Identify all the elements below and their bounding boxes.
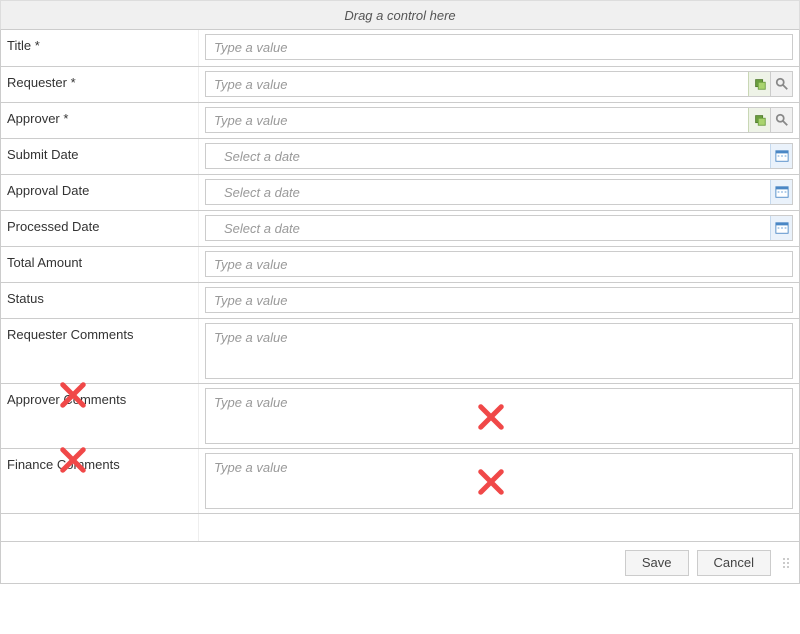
label-approver-comments-text: Approver Comments [7,392,126,407]
row-spacer [1,513,799,541]
row-status: Status [1,282,799,318]
copy-icon[interactable] [748,108,770,132]
requester-picker [205,71,793,97]
processed-date-input[interactable] [206,216,770,240]
calendar-icon[interactable] [770,180,792,204]
resize-grip-icon[interactable] [783,551,793,575]
row-requester-comments: Requester Comments [1,318,799,383]
search-icon[interactable] [770,108,792,132]
approver-picker [205,107,793,133]
row-processed-date: Processed Date [1,210,799,246]
row-total-amount: Total Amount [1,246,799,282]
finance-comments-input[interactable] [205,453,793,509]
label-approver-comments: Approver Comments [1,384,199,448]
row-approval-date: Approval Date [1,174,799,210]
label-processed-date: Processed Date [1,211,199,246]
row-requester: Requester * [1,66,799,102]
label-finance-comments: Finance Comments [1,449,199,513]
row-approver: Approver * [1,102,799,138]
requester-comments-input[interactable] [205,323,793,379]
approval-date-input[interactable] [206,180,770,204]
approver-input[interactable] [206,108,748,132]
submit-date-picker [205,143,793,169]
row-approver-comments: Approver Comments [1,383,799,448]
title-input[interactable] [205,34,793,60]
cancel-button[interactable]: Cancel [697,550,771,576]
label-requester: Requester * [1,67,199,102]
label-submit-date: Submit Date [1,139,199,174]
form-body: Title * Requester * [0,30,800,584]
drag-placeholder-bar[interactable]: Drag a control here [0,0,800,30]
row-finance-comments: Finance Comments [1,448,799,513]
label-approval-date: Approval Date [1,175,199,210]
calendar-icon[interactable] [770,144,792,168]
row-title: Title * [1,30,799,66]
save-button[interactable]: Save [625,550,689,576]
form-footer: Save Cancel [1,541,799,583]
label-finance-comments-text: Finance Comments [7,457,120,472]
label-title: Title * [1,30,199,66]
calendar-icon[interactable] [770,216,792,240]
label-requester-comments: Requester Comments [1,319,199,383]
label-status: Status [1,283,199,318]
form-container: Drag a control here Title * Requester * [0,0,800,584]
requester-input[interactable] [206,72,748,96]
row-submit-date: Submit Date [1,138,799,174]
processed-date-picker [205,215,793,241]
copy-icon[interactable] [748,72,770,96]
search-icon[interactable] [770,72,792,96]
submit-date-input[interactable] [206,144,770,168]
label-approver: Approver * [1,103,199,138]
total-amount-input[interactable] [205,251,793,277]
approval-date-picker [205,179,793,205]
status-input[interactable] [205,287,793,313]
approver-comments-input[interactable] [205,388,793,444]
label-total-amount: Total Amount [1,247,199,282]
